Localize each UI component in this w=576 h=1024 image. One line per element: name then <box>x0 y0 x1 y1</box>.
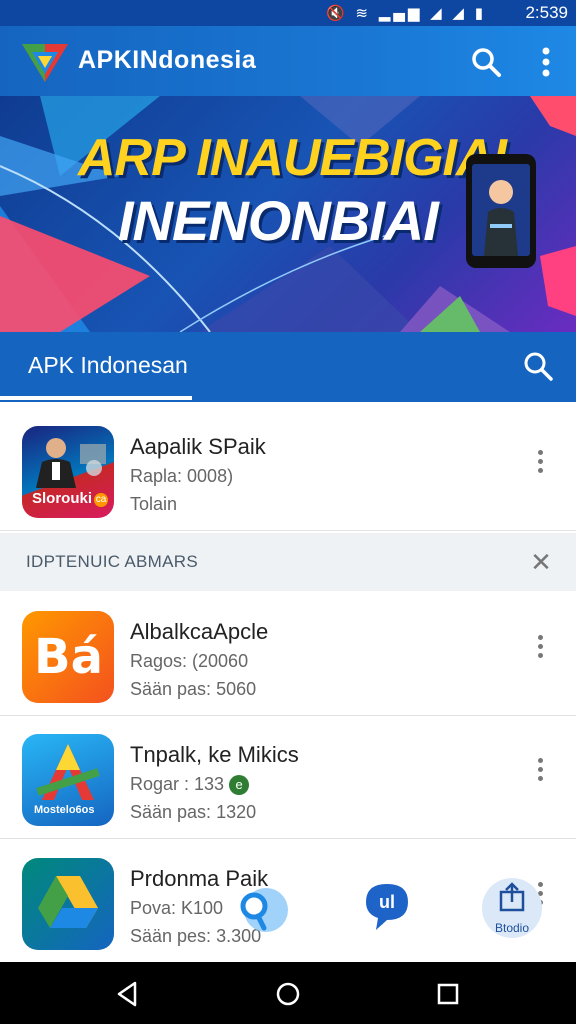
drive-logo-icon <box>38 876 98 928</box>
list-item[interactable]: Bá AlbalkcaApcle Ragos: (20060 Sään pas:… <box>0 593 576 716</box>
search-icon[interactable] <box>520 348 556 384</box>
banner-headline-2: INENONBIAI <box>118 189 439 252</box>
a-app-icon-caption: Mostelo6os <box>34 804 95 816</box>
svg-text:ul: ul <box>379 892 395 912</box>
app-rating-text: Rogar : 133 <box>130 774 225 794</box>
a-app-icon: Mostelo6os <box>22 734 114 826</box>
logo-icon <box>22 44 68 82</box>
app-brand: APKINdonesia <box>78 46 257 74</box>
studio-label: Btodio <box>494 921 530 935</box>
app-meta: Sään pas: 5060 <box>130 679 257 699</box>
app-bar: APKINdonesia <box>0 26 576 96</box>
tab-indicator <box>0 396 192 400</box>
status-bar: 🔇 ≋ ▂▄▆ ◢ ◢ ▮ 2:539 <box>0 0 576 26</box>
featured-meta: Tolain <box>130 494 178 514</box>
app-rating-badge: e <box>229 775 250 795</box>
featured-app-icon: Slorouki ca <box>22 426 114 518</box>
featured-rating: Rapla: 0008) <box>130 466 234 486</box>
tab-bar: APK Indonesan <box>0 332 576 402</box>
featured-icon-badge: ca <box>94 493 108 507</box>
featured-title: Aapalik SPaik <box>130 434 266 459</box>
search-tag-fab-icon[interactable] <box>232 882 292 938</box>
app-title: AlbalkcaApcle <box>130 619 269 644</box>
system-nav-bar <box>0 962 576 1024</box>
back-icon[interactable] <box>111 977 145 1011</box>
app-rating: Rogar : 133 e <box>130 774 250 795</box>
app-title: Tnpalk, ke Mikics <box>130 742 299 767</box>
home-icon[interactable] <box>271 977 305 1011</box>
more-vert-icon[interactable] <box>528 446 552 480</box>
search-icon[interactable] <box>468 44 504 80</box>
more-vert-icon[interactable] <box>528 631 552 665</box>
chat-fab-icon[interactable]: ul <box>362 880 412 932</box>
status-time: 2:539 <box>525 3 568 22</box>
phone-illustration-icon <box>466 154 536 268</box>
b-app-icon-text: Bá <box>34 629 103 685</box>
promo-banner[interactable]: ARP INAUEBIGIAI INENONBIAI <box>0 96 576 332</box>
app-rating: Povа: K100 <box>130 898 224 918</box>
list-item[interactable]: Mostelo6os Tnpalk, ke Mikics Rogar : 133… <box>0 716 576 839</box>
close-icon[interactable]: ✕ <box>526 547 556 577</box>
more-vert-icon[interactable] <box>532 44 560 80</box>
section-title: IDPTENUIC ABMARS <box>26 552 198 571</box>
studio-fab[interactable]: Btodio <box>482 878 542 938</box>
banner-headline-1: ARP INAUEBIGIAI <box>78 129 507 187</box>
app-rating: Ragos: (20060 <box>130 651 249 671</box>
more-vert-icon[interactable] <box>528 754 552 788</box>
drive-icon <box>22 858 114 950</box>
section-header: IDPTENUIC ABMARS ✕ <box>0 533 576 591</box>
share-icon <box>499 882 525 912</box>
b-app-icon: Bá <box>22 611 114 703</box>
featured-icon-caption: Slorouki <box>32 490 93 507</box>
recents-icon[interactable] <box>431 977 465 1011</box>
status-icons: 🔇 ≋ ▂▄▆ ◢ ◢ ▮ <box>325 4 486 22</box>
app-meta: Sään pas: 1320 <box>130 802 257 822</box>
tab-apk-indonesia[interactable]: APK Indonesan <box>28 352 188 379</box>
list-item-featured[interactable]: Slorouki ca Aapalik SPaik Rapla: 0008) T… <box>0 408 576 531</box>
